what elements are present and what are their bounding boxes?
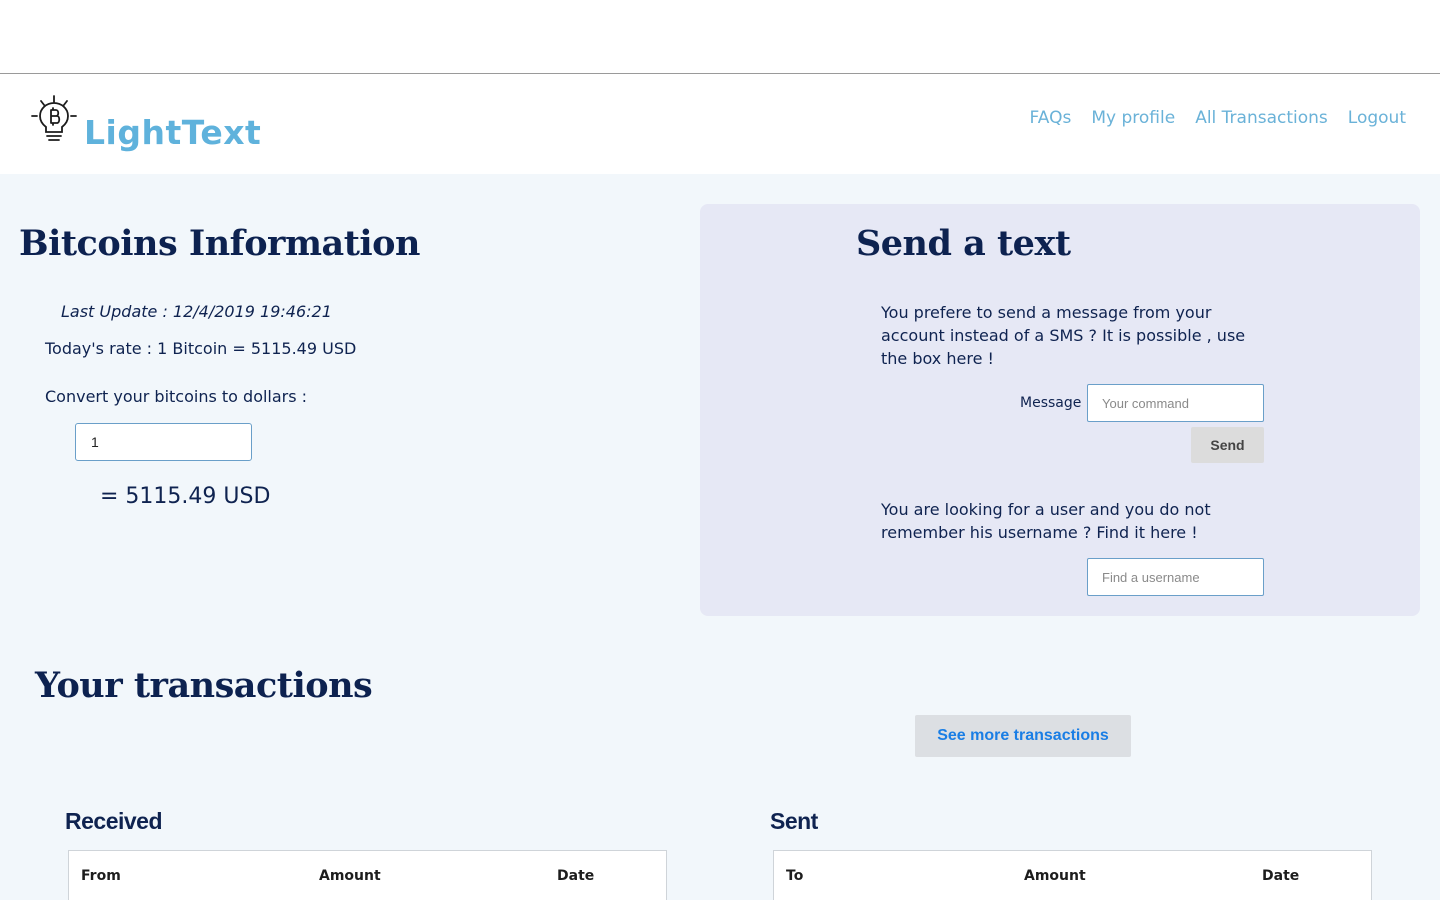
send-button[interactable]: Send [1191,427,1264,463]
find-user-description: You are looking for a user and you do no… [881,500,1211,542]
bitcoins-information-title: Bitcoins Information [19,223,420,264]
received-title: Received [65,808,163,834]
convert-label: Convert your bitcoins to dollars : [45,387,308,406]
main-nav: FAQs My profile All Transactions Logout [1030,108,1406,128]
nav-link-all-transactions[interactable]: All Transactions [1195,108,1328,128]
your-transactions-title: Your transactions [35,665,373,706]
todays-rate-text: Today's rate : 1 Bitcoin = 5115.49 USD [45,339,357,358]
send-text-panel: Send a text You prefere to send a messag… [700,204,1420,616]
conversion-result: = 5115.49 USD [100,484,271,509]
browser-top-area [0,0,1440,74]
sent-col-amount[interactable]: Amount [1024,868,1086,884]
message-input[interactable] [1087,384,1264,422]
see-more-transactions-button[interactable]: See more transactions [915,715,1131,757]
brand-name: LightText [84,113,262,152]
received-table: From Amount Date [68,850,667,900]
find-username-input[interactable] [1087,558,1264,596]
last-update-text: Last Update : 12/4/2019 19:46:21 [61,302,332,321]
received-col-date[interactable]: Date [557,868,594,884]
sent-col-date[interactable]: Date [1262,868,1299,884]
nav-link-logout[interactable]: Logout [1348,108,1406,128]
send-text-title: Send a text [856,223,1071,264]
sent-table: To Amount Date [773,850,1372,900]
received-col-from[interactable]: From [81,868,121,884]
message-label: Message [1020,395,1082,411]
send-description: You prefere to send a message from your … [881,303,1246,368]
bitcoin-lightbulb-icon [31,95,77,141]
received-col-amount[interactable]: Amount [319,868,381,884]
sent-title: Sent [770,808,818,834]
bitcoin-amount-input[interactable] [75,423,252,461]
nav-link-my-profile[interactable]: My profile [1091,108,1175,128]
nav-link-faqs[interactable]: FAQs [1030,108,1072,128]
sent-col-to[interactable]: To [786,868,803,884]
brand-logo[interactable]: LightText [28,94,262,152]
navbar: LightText FAQs My profile All Transactio… [0,74,1440,174]
